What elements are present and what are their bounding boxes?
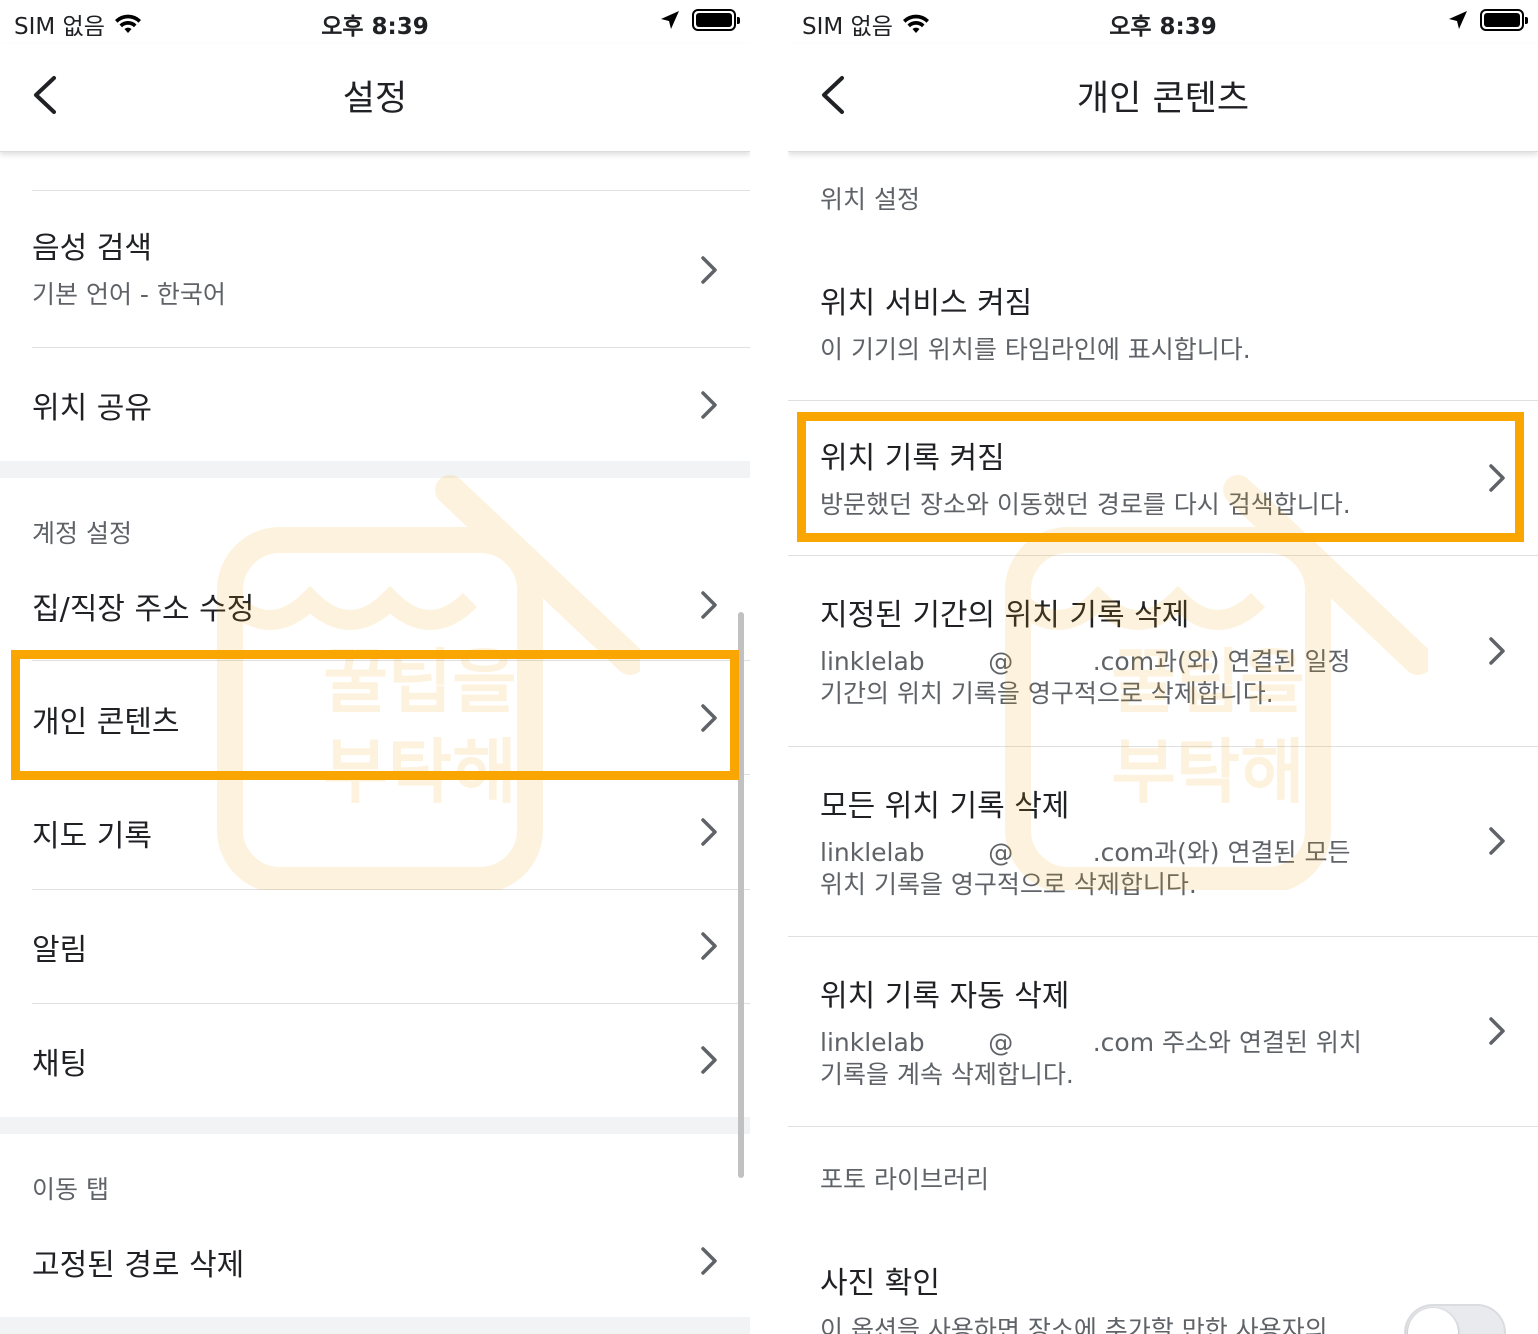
status-bar: SIM 없음 오후 8:39 bbox=[0, 0, 750, 44]
settings-item-location-sharing[interactable]: 위치 공유 bbox=[0, 348, 750, 460]
section-gap bbox=[0, 1117, 750, 1134]
settings-item-notifications[interactable]: 알림 bbox=[0, 890, 750, 1003]
status-bar: SIM 없음 오후 8:39 bbox=[788, 0, 1538, 44]
status-time: 오후 8:39 bbox=[1109, 14, 1217, 40]
delete-all-item[interactable]: 모든 위치 기록 삭제 linklelab @ .com과(와) 연결된 모든 … bbox=[788, 747, 1538, 936]
chevron-right-icon bbox=[1489, 1017, 1505, 1045]
item-subtitle-line2: 위치 기록을 영구적으로 삭제합니다. bbox=[820, 870, 1197, 899]
chevron-right-icon bbox=[701, 591, 717, 619]
item-subtitle-line1: linklelab @ .com 주소와 연결된 위치 bbox=[820, 1028, 1362, 1057]
item-label: 알림 bbox=[32, 933, 88, 968]
item-label: 개인 콘텐츠 bbox=[32, 705, 180, 740]
item-label: 위치 공유 bbox=[32, 391, 152, 426]
chevron-right-icon bbox=[701, 391, 717, 419]
status-right-icons bbox=[1448, 9, 1528, 31]
page-title: 설정 bbox=[342, 79, 408, 119]
battery-icon bbox=[692, 9, 740, 31]
chevron-right-icon bbox=[701, 1247, 717, 1275]
item-label: 지정된 기간의 위치 기록 삭제 bbox=[820, 598, 1190, 633]
settings-item-personal-content[interactable]: 개인 콘텐츠 bbox=[0, 661, 750, 774]
item-label: 사진 확인 bbox=[820, 1266, 940, 1301]
settings-item-chat[interactable]: 채팅 bbox=[0, 1004, 750, 1117]
scrollbar[interactable] bbox=[738, 612, 744, 1178]
divider bbox=[788, 1126, 1538, 1127]
settings-item-delete-pinned-routes[interactable]: 고정된 경로 삭제 bbox=[0, 1204, 750, 1316]
item-subtitle: 이 옵션을 사용하면 장소에 추가할 만한 사용자의 bbox=[820, 1315, 1328, 1334]
item-subtitle-line2: 기간의 위치 기록을 영구적으로 삭제합니다. bbox=[820, 679, 1274, 708]
item-subtitle-line1: linklelab @ .com과(와) 연결된 일정 bbox=[820, 647, 1351, 676]
chevron-right-icon bbox=[701, 932, 717, 960]
item-subtitle: 방문했던 장소와 이동했던 경로를 다시 검색합니다. bbox=[820, 490, 1351, 519]
photo-check-toggle[interactable] bbox=[1404, 1304, 1506, 1334]
chevron-right-icon bbox=[1489, 827, 1505, 855]
nav-bar: 설정 bbox=[0, 44, 750, 152]
battery-icon bbox=[1480, 9, 1528, 31]
location-arrow-icon bbox=[661, 11, 679, 29]
section-header-commute: 이동 탭 bbox=[32, 1175, 109, 1204]
page-title: 개인 콘텐츠 bbox=[1076, 79, 1250, 119]
section-gap bbox=[0, 461, 750, 478]
settings-item-maps-history[interactable]: 지도 기록 bbox=[0, 775, 750, 889]
item-label: 모든 위치 기록 삭제 bbox=[820, 789, 1070, 824]
item-label: 위치 기록 자동 삭제 bbox=[820, 979, 1070, 1014]
item-label: 집/직장 주소 수정 bbox=[32, 592, 255, 627]
auto-delete-item[interactable]: 위치 기록 자동 삭제 linklelab @ .com 주소와 연결된 위치 … bbox=[788, 937, 1538, 1126]
section-header-photo: 포토 라이브러리 bbox=[820, 1165, 989, 1194]
section-header-account: 계정 설정 bbox=[32, 519, 132, 548]
item-label: 고정된 경로 삭제 bbox=[32, 1248, 245, 1283]
section-header-location: 위치 설정 bbox=[820, 185, 920, 214]
status-right-icons bbox=[660, 9, 740, 31]
status-time: 오후 8:39 bbox=[321, 14, 429, 40]
settings-screen: SIM 없음 오후 8:39 설정 음성 검색 기본 언어 - 한국어 위치 공… bbox=[0, 0, 750, 1334]
item-label: 지도 기록 bbox=[32, 819, 152, 854]
delete-range-item[interactable]: 지정된 기간의 위치 기록 삭제 linklelab @ .com과(와) 연결… bbox=[788, 556, 1538, 746]
location-arrow-icon bbox=[1449, 11, 1467, 29]
settings-item-edit-home-work[interactable]: 집/직장 주소 수정 bbox=[0, 548, 750, 660]
personal-content-screen: SIM 없음 오후 8:39 개인 콘텐츠 위치 설정 위치 서비스 켜짐 이 … bbox=[788, 0, 1538, 1334]
item-subtitle: 기본 언어 - 한국어 bbox=[32, 280, 226, 309]
chevron-right-icon bbox=[701, 818, 717, 846]
location-history-item[interactable]: 위치 기록 켜짐 방문했던 장소와 이동했던 경로를 다시 검색합니다. bbox=[788, 401, 1538, 555]
chevron-right-icon bbox=[701, 1046, 717, 1074]
item-subtitle-line2: 기록을 계속 삭제합니다. bbox=[820, 1060, 1074, 1089]
nav-bar: 개인 콘텐츠 bbox=[788, 44, 1538, 152]
chevron-right-icon bbox=[701, 704, 717, 732]
item-label: 채팅 bbox=[32, 1047, 88, 1082]
item-label: 위치 기록 켜짐 bbox=[820, 441, 1005, 476]
settings-item-voice-search[interactable]: 음성 검색 기본 언어 - 한국어 bbox=[0, 191, 750, 347]
chevron-right-icon bbox=[1489, 637, 1505, 665]
chevron-right-icon bbox=[701, 256, 717, 284]
section-gap bbox=[0, 1317, 750, 1334]
location-services-item[interactable]: 위치 서비스 켜짐 이 기기의 위치를 타임라인에 표시합니다. bbox=[788, 250, 1538, 400]
item-subtitle: 이 기기의 위치를 타임라인에 표시합니다. bbox=[820, 335, 1251, 364]
item-label: 음성 검색 bbox=[32, 231, 152, 266]
chevron-right-icon bbox=[1489, 464, 1505, 492]
item-label: 위치 서비스 켜짐 bbox=[820, 286, 1033, 321]
toggle-knob bbox=[1408, 1308, 1458, 1334]
item-subtitle-line1: linklelab @ .com과(와) 연결된 모든 bbox=[820, 838, 1351, 867]
